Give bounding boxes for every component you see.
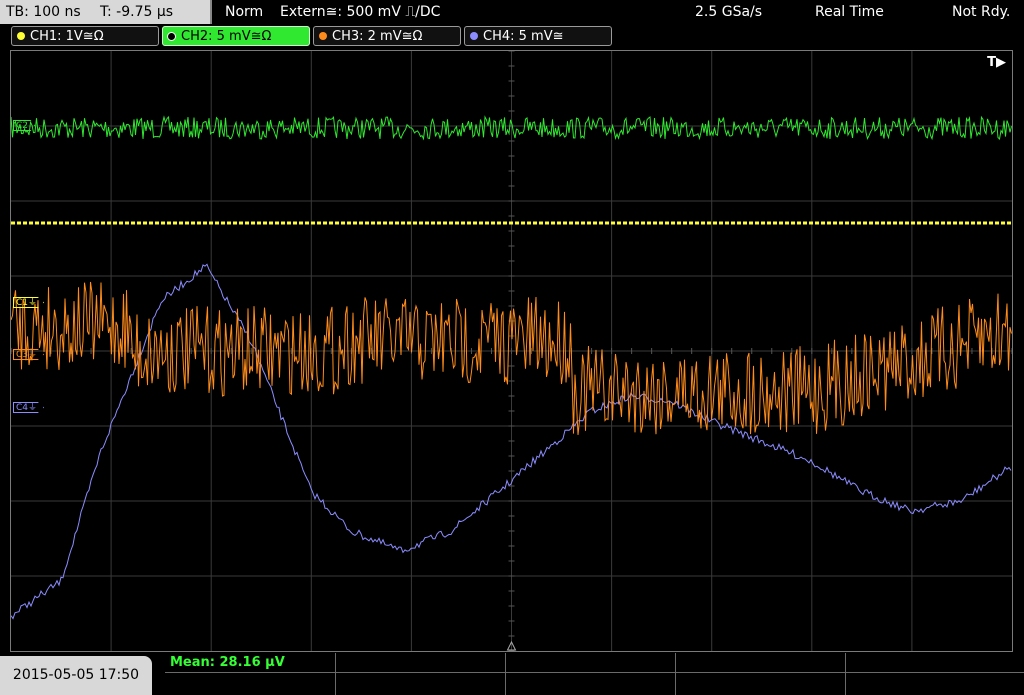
channel-2-button[interactable]: CH2: 5 mV≅Ω	[162, 26, 310, 46]
measurement-column-divider	[845, 653, 846, 695]
mean-measurement[interactable]: Mean: 28.16 µV	[170, 655, 285, 670]
channel-4-dot-icon	[470, 32, 478, 40]
timebase-readout: TB: 100 ns	[6, 4, 81, 20]
channel-4-label: CH4: 5 mV≅	[483, 29, 564, 44]
ch4-ground-marker[interactable]: C4⏚	[13, 402, 45, 413]
channel-2-label: CH2: 5 mV≅Ω	[181, 29, 272, 44]
channel-3-button[interactable]: CH3: 2 mV≅Ω	[313, 26, 461, 46]
sample-rate: 2.5 GSa/s	[695, 4, 763, 20]
acquisition-mode[interactable]: Real Time	[815, 0, 884, 24]
channel-2-dot-icon	[167, 32, 176, 41]
measurement-divider	[165, 672, 1024, 673]
status-bar: TB: 100 ns T: -9.75 µs Norm Extern≅: 500…	[0, 0, 1024, 24]
channel-bar: CH1: 1V≅Ω CH2: 5 mV≅Ω CH3: 2 mV≅Ω CH4: 5…	[0, 26, 1024, 48]
timebase-box[interactable]: TB: 100 ns T: -9.75 µs	[0, 0, 212, 24]
trigger-time-readout: T: -9.75 µs	[100, 4, 174, 20]
waveform-display[interactable]: T▶ C2 C1⏚ C3⏚ C4⏚	[10, 50, 1013, 652]
channel-3-dot-icon	[319, 32, 327, 40]
run-state: Not Rdy.	[952, 4, 1011, 20]
trigger-position-icon: T▶	[987, 55, 1006, 70]
channel-1-label: CH1: 1V≅Ω	[30, 29, 104, 44]
date-time: 2015-05-05 17:50	[0, 656, 152, 695]
measurement-column-divider	[335, 653, 336, 695]
measurement-column-divider	[675, 653, 676, 695]
channel-3-label: CH3: 2 mV≅Ω	[332, 29, 423, 44]
trigger-source[interactable]: Extern≅: 500 mV ⎍/DC	[280, 0, 440, 24]
measurement-column-divider	[505, 653, 506, 695]
ch2-offset-marker[interactable]: C2	[13, 120, 36, 131]
channel-1-dot-icon	[17, 32, 25, 40]
waveform-canvas	[11, 51, 1012, 651]
channel-4-button[interactable]: CH4: 5 mV≅	[464, 26, 612, 46]
ch1-ground-marker[interactable]: C1⏚	[13, 297, 45, 308]
ch3-ground-marker[interactable]: C3⏚	[13, 349, 45, 360]
trigger-mode[interactable]: Norm	[225, 0, 263, 24]
channel-1-button[interactable]: CH1: 1V≅Ω	[11, 26, 159, 46]
measurement-bar: Mean: 28.16 µV	[165, 653, 1024, 695]
